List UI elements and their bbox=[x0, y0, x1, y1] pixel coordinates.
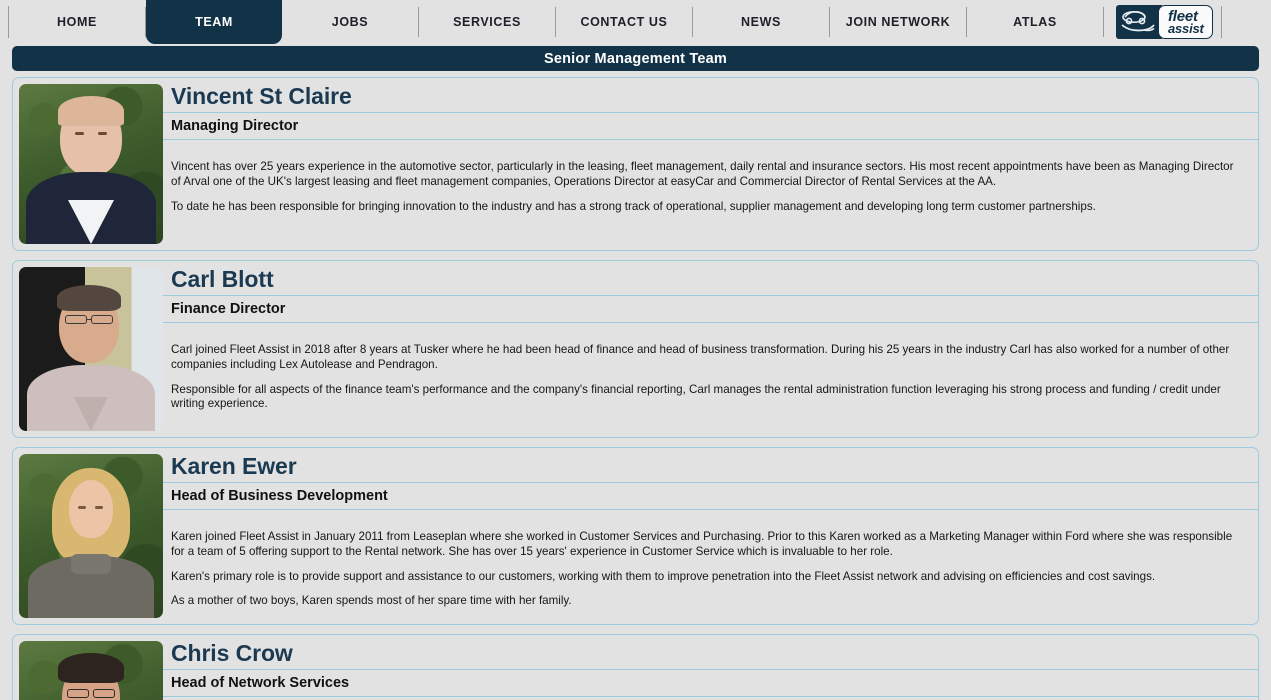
bio-paragraph: Responsible for all aspects of the finan… bbox=[171, 382, 1221, 411]
profile-role: Head of Network Services bbox=[163, 670, 1258, 697]
profile-bio: Karen joined Fleet Assist in January 201… bbox=[163, 510, 1258, 615]
profile-info: Chris Crow Head of Network Services bbox=[163, 635, 1258, 700]
logo-wordmark: fleet assist bbox=[1158, 5, 1213, 39]
portrait-karen bbox=[19, 454, 163, 618]
page-title-banner: Senior Management Team bbox=[12, 46, 1259, 71]
profile-bio: Carl joined Fleet Assist in 2018 after 8… bbox=[163, 323, 1258, 418]
nav-item-team[interactable]: TEAM bbox=[146, 0, 282, 44]
bio-paragraph: Carl joined Fleet Assist in 2018 after 8… bbox=[171, 343, 1230, 371]
nav-item-contact-us[interactable]: CONTACT US bbox=[556, 0, 692, 44]
nav-item-jobs[interactable]: JOBS bbox=[282, 0, 418, 44]
profile-name: Carl Blott bbox=[163, 261, 1258, 296]
nav-item-label: SERVICES bbox=[453, 15, 521, 29]
profile-name: Karen Ewer bbox=[163, 448, 1258, 483]
nav-item-label: HOME bbox=[57, 15, 97, 29]
nav-item-services[interactable]: SERVICES bbox=[419, 0, 555, 44]
page-title: Senior Management Team bbox=[543, 50, 727, 67]
logo-word-assist: assist bbox=[1168, 21, 1204, 37]
profile-info: Carl Blott Finance Director Carl joined … bbox=[163, 261, 1258, 437]
bio-paragraph: To date he has been responsible for brin… bbox=[171, 199, 1096, 213]
nav-item-label: TEAM bbox=[195, 15, 233, 29]
nav-item-label: JOIN NETWORK bbox=[845, 15, 951, 29]
nav-item-label: ATLAS bbox=[1013, 15, 1057, 29]
main-navigation: HOME TEAM JOBS SERVICES CONTACT US NEWS … bbox=[0, 0, 1271, 44]
portrait-chris bbox=[19, 641, 163, 700]
nav-item-news[interactable]: NEWS bbox=[693, 0, 829, 44]
profile-photo-container bbox=[13, 261, 163, 437]
profile-name: Vincent St Claire bbox=[163, 78, 1258, 113]
car-in-hand-icon bbox=[1116, 5, 1162, 39]
nav-item-label: NEWS bbox=[741, 15, 781, 29]
nav-right-edge-divider bbox=[1220, 6, 1222, 38]
bio-paragraph: Karen joined Fleet Assist in January 201… bbox=[171, 530, 1233, 558]
profile-photo-container bbox=[13, 448, 163, 624]
bio-paragraph: As a mother of two boys, Karen spends mo… bbox=[171, 594, 572, 608]
profile-photo-container bbox=[13, 635, 163, 700]
nav-item-label: JOBS bbox=[331, 15, 369, 29]
nav-item-home[interactable]: HOME bbox=[9, 0, 145, 44]
team-profile-list: Vincent St Claire Managing Director Vinc… bbox=[0, 71, 1271, 700]
profile-role: Managing Director bbox=[163, 113, 1258, 140]
profile-info: Karen Ewer Head of Business Development … bbox=[163, 448, 1258, 624]
bio-paragraph: Vincent has over 25 years experience in … bbox=[171, 160, 1234, 188]
profile-name: Chris Crow bbox=[163, 635, 1258, 670]
profile-card: Karen Ewer Head of Business Development … bbox=[12, 447, 1259, 625]
site-logo[interactable]: fleet assist bbox=[1104, 0, 1221, 44]
portrait-carl bbox=[19, 267, 163, 431]
profile-card: Chris Crow Head of Network Services bbox=[12, 634, 1259, 700]
profile-role: Head of Business Development bbox=[163, 483, 1258, 510]
nav-item-label: CONTACT US bbox=[580, 15, 668, 29]
portrait-vincent bbox=[19, 84, 163, 244]
profile-info: Vincent St Claire Managing Director Vinc… bbox=[163, 78, 1258, 250]
profile-card: Vincent St Claire Managing Director Vinc… bbox=[12, 77, 1259, 251]
bio-paragraph: Karen's primary role is to provide suppo… bbox=[171, 569, 1156, 583]
profile-role: Finance Director bbox=[163, 296, 1258, 323]
profile-card: Carl Blott Finance Director Carl joined … bbox=[12, 260, 1259, 438]
profile-photo-container bbox=[13, 78, 163, 250]
profile-bio: Vincent has over 25 years experience in … bbox=[163, 140, 1258, 220]
nav-item-join-network[interactable]: JOIN NETWORK bbox=[830, 0, 966, 44]
nav-item-atlas[interactable]: ATLAS bbox=[967, 0, 1103, 44]
